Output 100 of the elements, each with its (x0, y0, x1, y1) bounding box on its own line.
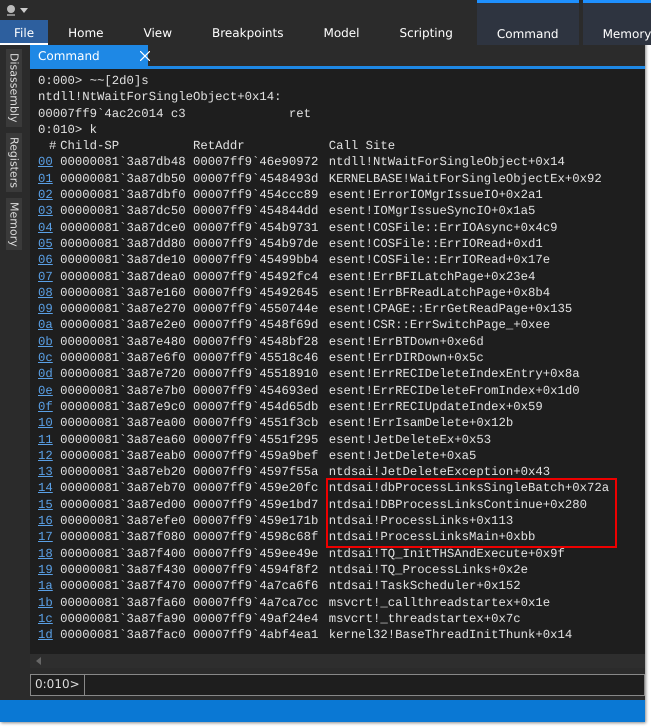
command-input[interactable]: 0:010> (30, 674, 645, 696)
table-cell-text: 00007ff9`46e90972 (192, 154, 320, 171)
table-cell-text: 00000081`3a87e270 (60, 301, 187, 318)
frame-link[interactable]: 06 (38, 253, 53, 268)
table-cell-text: 00007ff9`49af24e4 (192, 610, 320, 628)
table-cell-text: 00000081`3a87dbf0 (60, 187, 187, 204)
table-cell-text: 00007ff9`454d65db (192, 398, 320, 416)
table-cell-text: esent!COSFile::ErrIORead+0xd1 (328, 236, 544, 252)
output-line: ntdll!NtWaitForSingleObject+0x14: (38, 89, 283, 106)
table-cell-text: esent!ErrBFILatchPage+0x23e4 (328, 268, 536, 285)
table-cell-text: ntdsai!TaskScheduler+0x152 (328, 578, 522, 594)
table-cell-text: esent!ErrRECIUpdateIndex+0x59 (328, 398, 544, 416)
side-tab[interactable]: Memory (6, 198, 22, 250)
frame-link[interactable]: 09 (38, 302, 53, 316)
table-cell-text: 00007ff9`4550744e (192, 301, 320, 318)
table-cell-text: 00000081`3a87efe0 (60, 513, 187, 530)
output-line: 0:000> ~~[2d0]s (38, 73, 150, 90)
frame-link[interactable]: 15 (38, 498, 53, 512)
table-cell-text: 00000081`3a87ed00 (60, 496, 187, 514)
panel-tab[interactable]: Command (30, 45, 148, 66)
table-cell-text: 00000081`3a87e720 (60, 366, 187, 383)
frame-link[interactable]: 07 (38, 270, 53, 284)
frame-link[interactable]: 1c (38, 612, 53, 626)
table-cell-text: esent!COSFile::ErrIORead+0x17e (328, 252, 552, 269)
ribbon-tab[interactable]: Home (48, 20, 124, 45)
frame-link[interactable]: 10 (38, 416, 53, 430)
table-cell-text: 00000081`3a87eb20 (60, 464, 187, 480)
frame-link[interactable]: 0f (38, 400, 53, 414)
frame-link[interactable]: 0b (38, 334, 53, 349)
table-cell-text: esent!ErrBFReadLatchPage+0x8b4 (328, 284, 552, 302)
table-cell-text: esent!ErrorIOMgrIssueIO+0x2a1 (328, 187, 544, 204)
frame-link[interactable]: 1a (38, 579, 53, 594)
table-cell-text: 00000081`3a87dc50 (60, 203, 187, 220)
table-cell-text: 00007ff9`45492645 (192, 284, 320, 302)
frame-link[interactable]: 0d (38, 367, 53, 382)
table-cell-text: 00007ff9`459e171b (192, 513, 320, 530)
close-icon[interactable] (140, 50, 150, 60)
table-cell-text: 00007ff9`459e20fc (192, 480, 320, 497)
frame-link[interactable]: 12 (38, 448, 53, 463)
app-icon[interactable] (4, 3, 18, 17)
table-cell-text: esent!JetDeleteEx+0x53 (328, 432, 492, 448)
frame-link[interactable]: 18 (38, 546, 53, 561)
column-header: # (48, 138, 58, 154)
frame-link[interactable]: 00 (38, 155, 53, 170)
table-cell: ntdsai!dbProcessLinksSingleBatch+0x72a (326, 478, 618, 497)
frame-link[interactable]: 1d (38, 628, 53, 642)
frame-link[interactable]: 0e (38, 384, 53, 398)
table-cell-text: esent!CPAGE::ErrGetReadPage+0x135 (328, 301, 574, 318)
table-cell-text: 00000081`3a87db48 (60, 154, 187, 171)
frame-link[interactable]: 11 (38, 432, 53, 447)
ribbon-tab[interactable]: View (124, 20, 192, 45)
table-cell-text: 00000081`3a87eab0 (60, 448, 187, 464)
ribbon-tab[interactable]: Command (476, 0, 579, 45)
output-line: 0:010> k (38, 122, 98, 138)
column-header: Call Site (328, 138, 396, 154)
table-cell-text: 00000081`3a87f430 (60, 562, 187, 578)
frame-link[interactable]: 08 (38, 286, 53, 300)
table-cell-text: esent!ErrDIRDown+0x5c (328, 350, 485, 366)
ribbon-tab[interactable]: Breakpoints (192, 20, 304, 45)
frame-link[interactable]: 17 (38, 530, 53, 544)
column-header: Child-SP (60, 138, 120, 154)
table-cell-text: 00007ff9`454844dd (192, 203, 320, 220)
table-cell-text: esent!ErrIsamDelete+0x12b (328, 415, 514, 432)
table-cell-text: 00007ff9`45499bb4 (192, 252, 320, 269)
ribbon-tab[interactable]: Memory (582, 0, 651, 45)
ribbon-tab[interactable]: File (0, 20, 48, 45)
command-prompt: 0:010> (31, 675, 85, 695)
ribbon-tab[interactable]: Model (303, 20, 380, 45)
ribbon-tab[interactable]: Scripting (380, 20, 473, 45)
table-cell-text: 00007ff9`459a9bef (192, 448, 320, 464)
side-tab[interactable]: Registers (6, 132, 22, 192)
caret-icon[interactable] (20, 8, 28, 12)
table-cell-text: 00000081`3a87de10 (60, 252, 187, 269)
frame-link[interactable]: 05 (38, 236, 53, 251)
frame-link[interactable]: 19 (38, 562, 53, 577)
table-cell-text: kernel32!BaseThreadInitThunk+0x14 (328, 627, 574, 644)
frame-link[interactable]: 0c (38, 351, 53, 366)
frame-link[interactable]: 03 (38, 204, 53, 218)
table-cell-text: msvcrt!_threadstartex+0x7c (328, 610, 522, 628)
frame-link[interactable]: 04 (38, 220, 53, 235)
table-cell-text: 00007ff9`4548bf28 (192, 334, 320, 350)
table-cell-text: 00007ff9`459ee49e (192, 546, 320, 562)
table-cell-text: msvcrt!_callthreadstartex+0x1e (328, 594, 552, 611)
table-cell-text: ntdsai!TQ_InitTHSAndExecute+0x9f (328, 546, 566, 562)
scroll-left-icon[interactable] (36, 657, 41, 665)
table-cell-text: ntdsai!TQ_ProcessLinks+0x2e (328, 562, 529, 578)
table-cell-text: 00007ff9`4594f8f2 (192, 562, 320, 578)
frame-link[interactable]: 01 (38, 172, 53, 186)
table-cell-text: esent!COSFile::ErrIOAsync+0x4c9 (328, 220, 559, 236)
table-cell-text: 00007ff9`4a7ca6f6 (192, 578, 320, 594)
table-cell-text: 00007ff9`454693ed (192, 382, 320, 399)
frame-link[interactable]: 13 (38, 465, 53, 480)
frame-link[interactable]: 14 (38, 481, 53, 496)
table-cell-text: 00007ff9`4a7ca7cc (192, 594, 320, 611)
side-tab[interactable]: Disassembly (6, 49, 22, 126)
frame-link[interactable]: 02 (38, 188, 53, 202)
frame-link[interactable]: 0a (38, 318, 53, 332)
frame-link[interactable]: 1b (38, 596, 53, 610)
frame-link[interactable]: 16 (38, 514, 53, 528)
table-cell-text: esent!IOMgrIssueSyncIO+0x1a5 (328, 203, 536, 220)
